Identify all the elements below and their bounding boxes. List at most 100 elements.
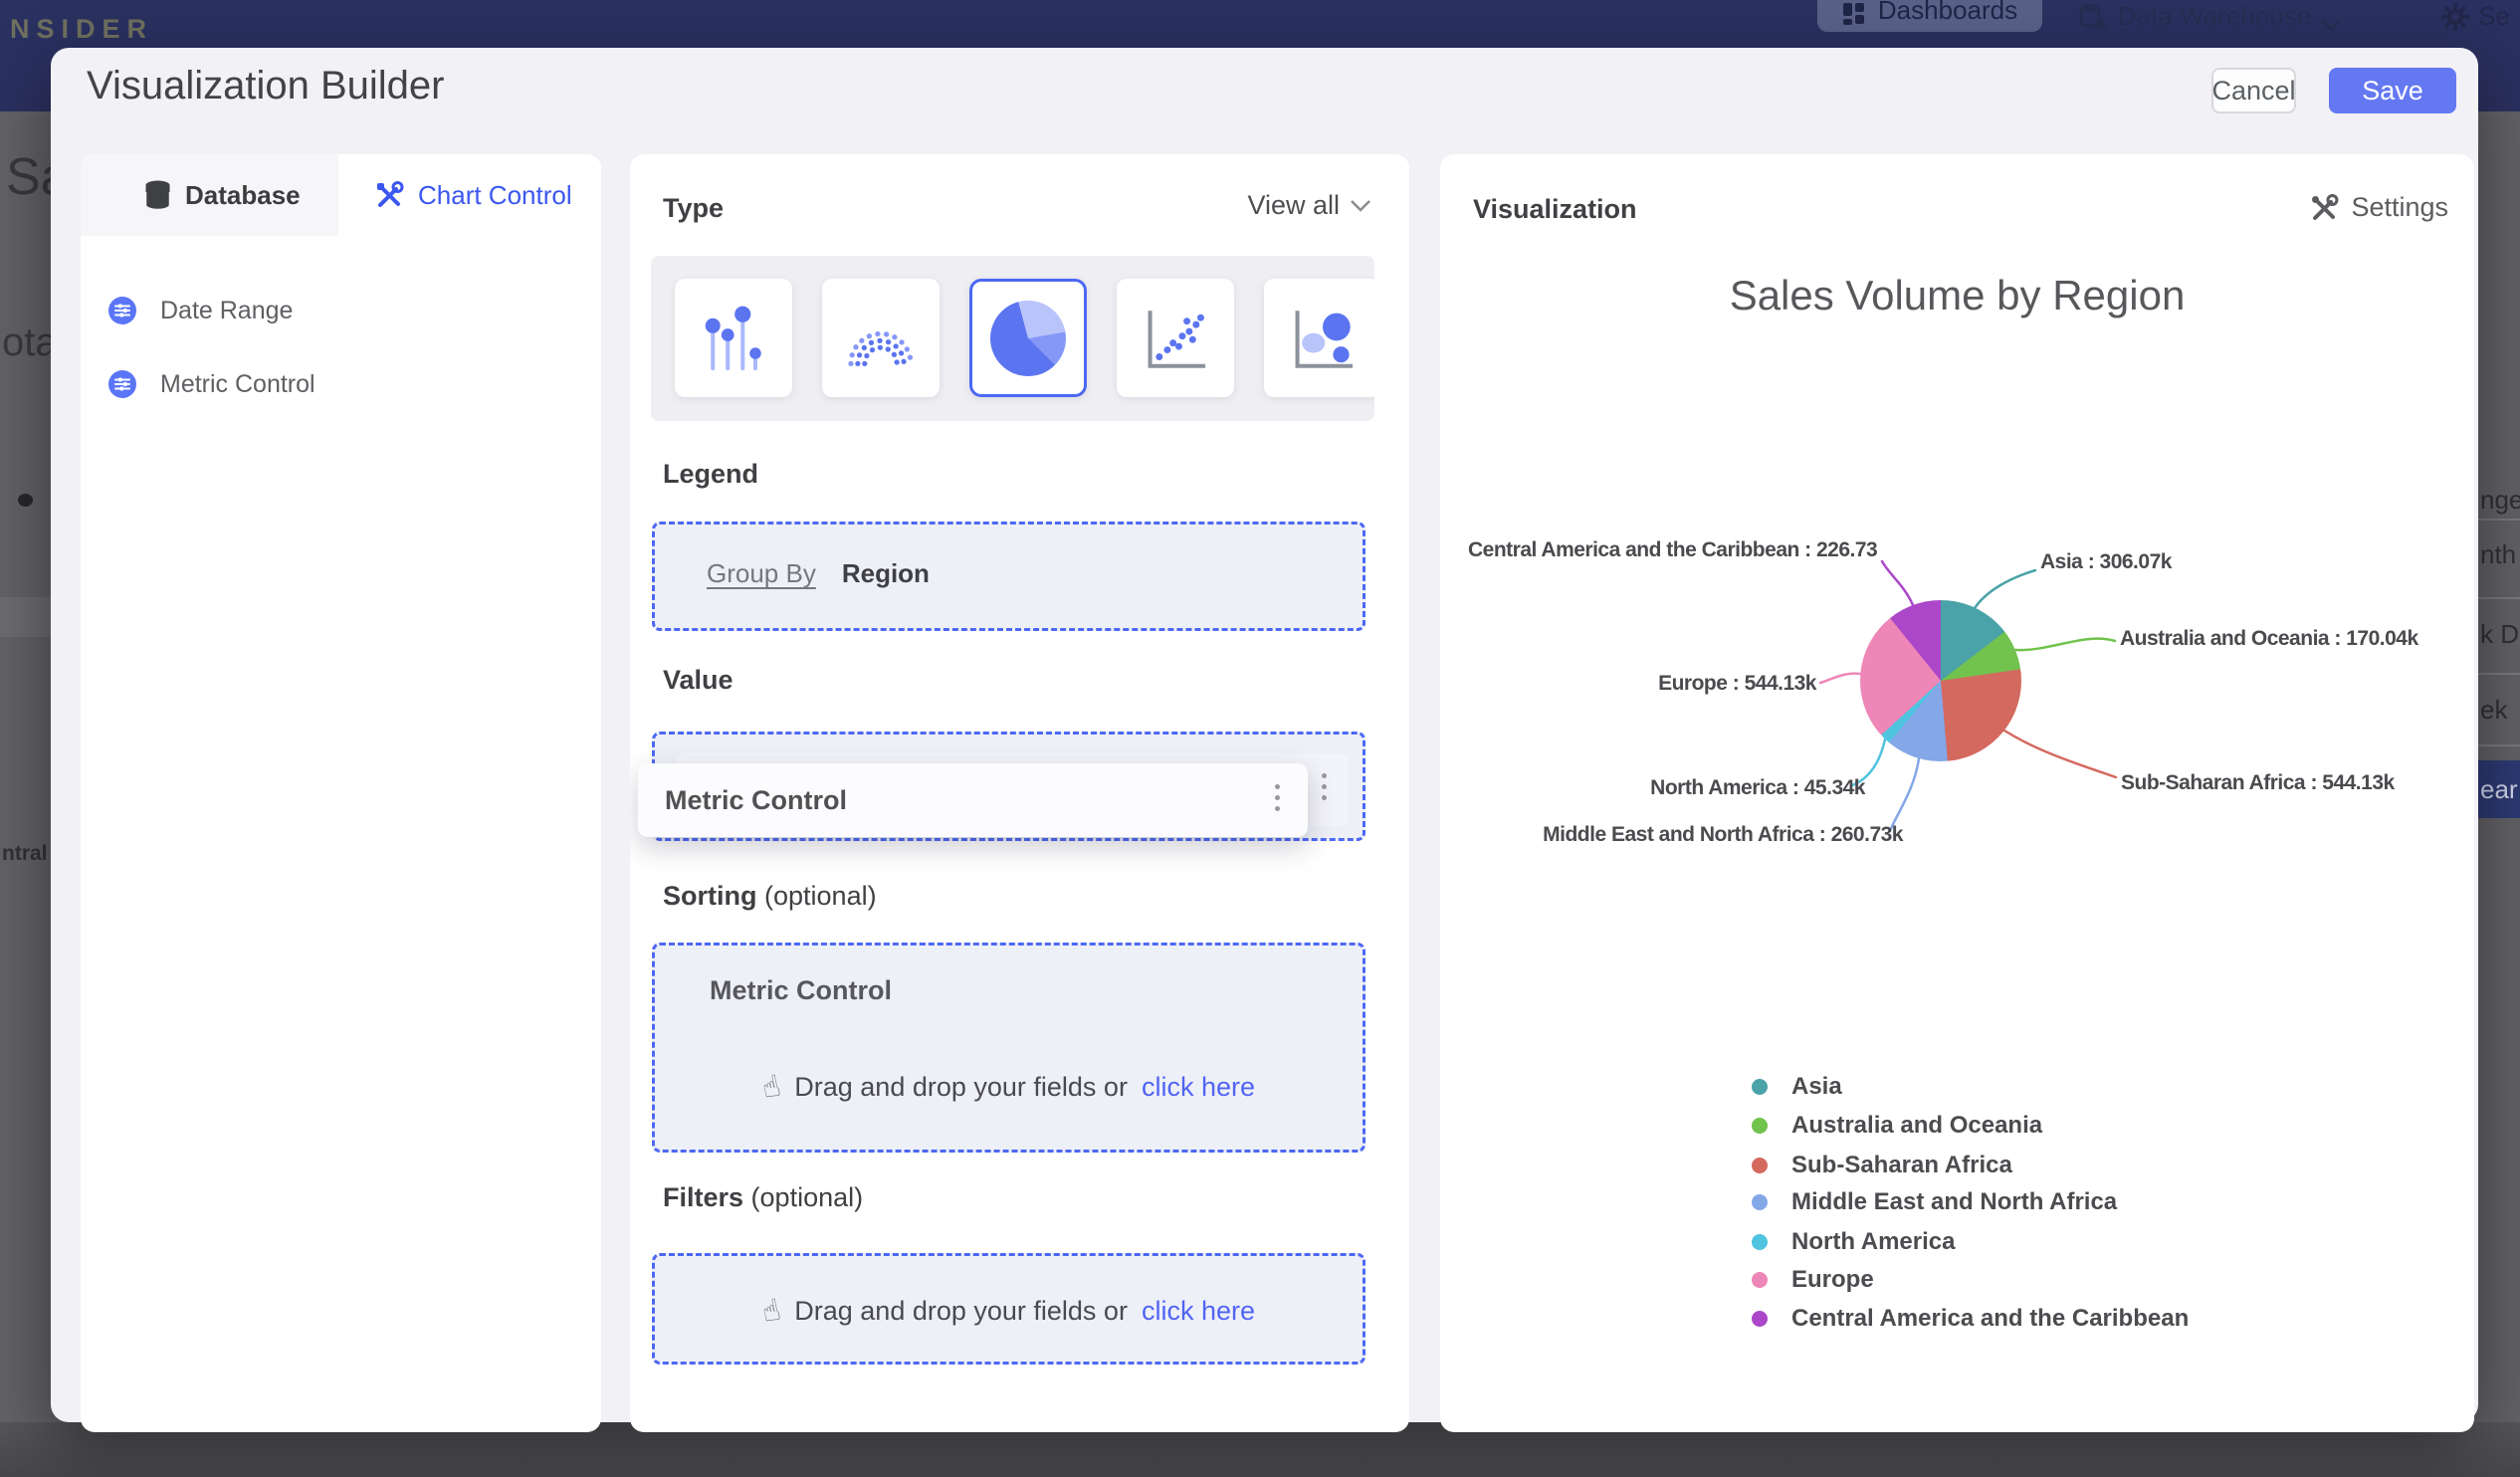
filters-dropzone[interactable]: ☝ Drag and drop your fields or click her… [652, 1253, 1365, 1365]
chart-type-scatter[interactable] [1117, 279, 1234, 397]
chip-more-icon[interactable] [1275, 784, 1280, 811]
warehouse-database-icon [2078, 2, 2108, 32]
bg-menu-item[interactable]: k D [2480, 619, 2519, 650]
legend-item: Sub-Saharan Africa [1752, 1151, 2012, 1180]
pie-type-icon [990, 300, 1066, 376]
sliders-icon [108, 370, 136, 398]
chart-type-lollipop[interactable] [675, 279, 792, 397]
tab-database-label: Database [185, 179, 301, 210]
legend-item: Central America and the Caribbean [1752, 1304, 2189, 1334]
legend-dot [1752, 1272, 1768, 1288]
dashboards-label: Dashboards [1877, 0, 2018, 25]
view-all-button[interactable]: View all [1247, 190, 1371, 221]
group-by-value: Region [841, 558, 930, 588]
legend-label: Asia [1791, 1073, 1842, 1100]
pie-label: Middle East and North Africa : 260.73k [1543, 823, 1903, 846]
legend-label: Australia and Oceania [1791, 1112, 2043, 1139]
screen: NSIDER Dashboards Data Warehouse Se Sal … [0, 0, 2520, 1477]
builder-panel: Type View all Legend Group By Region Val… [630, 154, 1409, 1432]
pie-label: Sub-Saharan Africa : 544.13k [2121, 771, 2395, 794]
legend-label: Central America and the Caribbean [1791, 1305, 2190, 1332]
sidebar-item-metric-control[interactable]: Metric Control [81, 356, 601, 412]
save-button[interactable]: Save [2329, 68, 2456, 113]
hand-pointer-icon: ☝ [758, 1293, 784, 1330]
bg-menu-item-label: ear [2480, 774, 2518, 804]
sidebar-panel: Database Chart Control Date Range Metric… [81, 154, 601, 1432]
type-section-label: Type [663, 193, 725, 223]
settings-nav-label: Se [2478, 1, 2510, 31]
bg-menu-item[interactable]: ek [2480, 695, 2507, 726]
filters-drag-hint: ☝ Drag and drop your fields or click her… [655, 1293, 1363, 1330]
legend-dot [1752, 1158, 1768, 1173]
bg-menu-item-selected[interactable]: ear [2474, 760, 2520, 818]
legend-dot [1752, 1118, 1768, 1134]
sidebar-item-date-range[interactable]: Date Range [81, 283, 601, 338]
bg-label-fragment: ntral [2, 842, 48, 865]
visualization-builder-modal: Visualization Builder Cancel Save Databa… [51, 48, 2478, 1432]
tools-icon [374, 180, 404, 210]
legend-dot [1752, 1079, 1768, 1095]
legend-dropzone[interactable]: Group By Region [652, 522, 1365, 631]
value-dropzone[interactable]: Metric Control Metric Control [638, 732, 1365, 841]
legend-section-label: Legend [663, 459, 759, 489]
bg-bullet-dot [18, 494, 33, 507]
legend-item: Australia and Oceania [1752, 1111, 2042, 1141]
divider [2478, 744, 2520, 746]
database-icon [144, 180, 171, 210]
legend-item: Europe [1752, 1265, 1874, 1295]
legend-item: Middle East and North Africa [1752, 1187, 2117, 1217]
chart-type-pie[interactable] [969, 279, 1087, 397]
sidebar-item-label: Date Range [160, 296, 294, 324]
legend-label: Europe [1791, 1266, 1874, 1293]
value-section-label: Value [663, 665, 734, 695]
dashboards-grid-icon [1842, 2, 1866, 26]
pie-label: Australia and Oceania : 170.04k [2120, 627, 2418, 650]
click-here-link[interactable]: click here [1142, 1072, 1255, 1103]
legend-label: North America [1791, 1228, 1956, 1255]
nav-dashboards[interactable]: Dashboards [1817, 0, 2042, 32]
data-warehouse-label: Data Warehouse [2118, 1, 2312, 31]
tab-chart-control[interactable]: Chart Control [338, 154, 601, 236]
group-by-label[interactable]: Group By [707, 558, 816, 589]
chart-type-bubble[interactable] [1264, 279, 1374, 397]
nav-settings[interactable]: Se [2440, 0, 2510, 32]
chart-type-arc-dots[interactable] [822, 279, 940, 397]
tab-chart-control-label: Chart Control [418, 179, 572, 210]
pie-label: Europe : 544.13k [1658, 672, 1816, 695]
sorting-drag-hint: ☝ Drag and drop your fields or click her… [655, 1069, 1363, 1106]
divider [2478, 519, 2520, 521]
tab-database[interactable]: Database [81, 154, 338, 236]
bg-menu-item[interactable]: nge [2480, 485, 2520, 516]
bg-light-band [0, 597, 51, 637]
pie-label-clip: Central America and the Caribbean : 226.… [1468, 538, 1878, 568]
cancel-button[interactable]: Cancel [2211, 68, 2296, 113]
divider [2478, 673, 2520, 675]
bg-menu-item[interactable]: nth [2480, 539, 2516, 570]
divider [2478, 597, 2520, 599]
pie-label: North America : 45.34k [1650, 776, 1865, 799]
filters-section-label: Filters (optional) [663, 1182, 864, 1212]
sorting-section-label: Sorting (optional) [663, 881, 877, 911]
modal-title: Visualization Builder [87, 64, 445, 107]
view-all-label: View all [1247, 190, 1340, 220]
legend-dot [1752, 1234, 1768, 1250]
pie-label: Asia : 306.07k [2040, 550, 2172, 573]
nav-data-warehouse[interactable]: Data Warehouse [2078, 0, 2341, 32]
click-here-link[interactable]: click here [1142, 1296, 1255, 1327]
chevron-down-icon [2321, 18, 2341, 32]
legend-item: Asia [1752, 1072, 1842, 1102]
chevron-down-icon [1350, 199, 1371, 213]
hand-pointer-icon: ☝ [758, 1069, 784, 1106]
bg-subheading-fragment: ota [2, 320, 58, 364]
dragged-field-label: Metric Control [665, 785, 848, 815]
sorting-dropzone[interactable]: Metric Control ☝ Drag and drop your fiel… [652, 943, 1365, 1153]
drag-hint-text: Drag and drop your fields or [794, 1296, 1128, 1326]
ghost-more-icon [1322, 773, 1327, 800]
legend-dot [1752, 1194, 1768, 1210]
legend-dot [1752, 1311, 1768, 1327]
dragged-field-chip[interactable]: Metric Control [638, 763, 1308, 837]
app-logo: NSIDER [10, 14, 154, 44]
legend-label: Sub-Saharan Africa [1791, 1152, 2012, 1178]
legend-item: North America [1752, 1227, 1955, 1257]
pie-label: Central America and the Caribbean : 226.… [1468, 538, 1878, 561]
